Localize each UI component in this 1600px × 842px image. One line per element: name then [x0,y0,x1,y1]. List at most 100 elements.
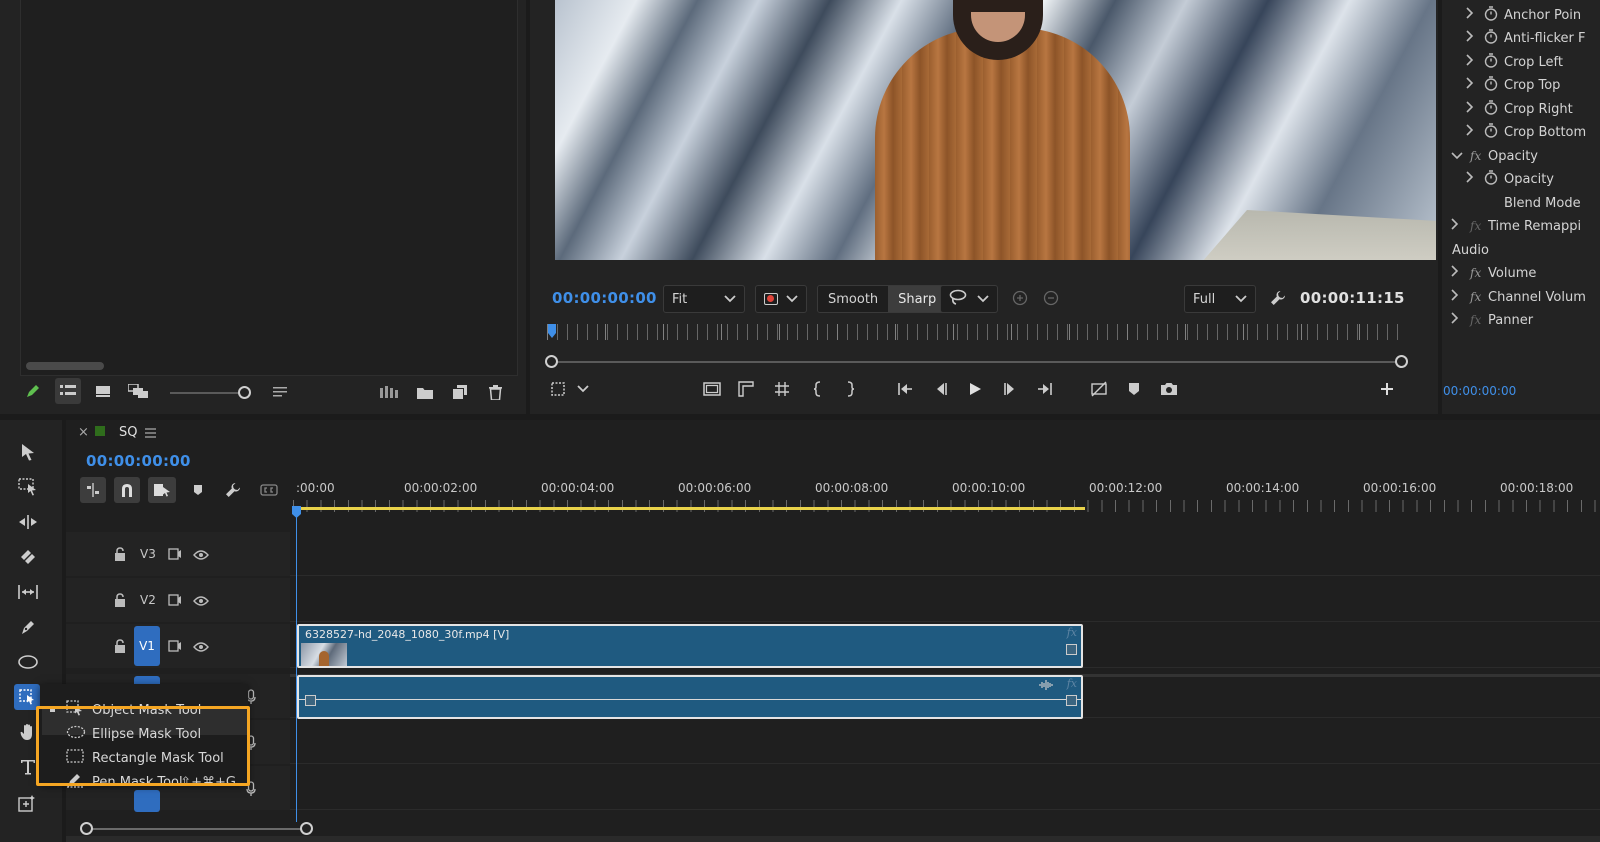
camera-icon[interactable] [1158,378,1180,400]
timeline-zoom-left-knob[interactable] [80,822,93,835]
effect-row[interactable]: Opacity [1442,168,1600,190]
sharp-button[interactable]: Sharp [888,286,947,312]
smooth-button[interactable]: Smooth [818,286,889,312]
chevron-right-icon[interactable] [1451,265,1459,281]
multicam-icon[interactable] [1088,378,1110,400]
chevron-right-icon[interactable] [1466,77,1474,93]
sort-icon[interactable] [270,382,290,402]
timeline-zoom-scrollbar[interactable] [86,828,306,830]
lock-icon[interactable] [112,638,128,654]
sequence-tab-name[interactable]: SQ [119,425,137,440]
stopwatch-icon[interactable] [1484,52,1498,72]
chevron-right-icon[interactable] [1466,101,1474,117]
automate-to-sequence-icon[interactable] [378,382,400,402]
work-area-bar[interactable] [293,507,1085,510]
chevron-down-icon[interactable] [575,380,591,398]
zoom-out-icon[interactable] [1041,288,1061,308]
thumbnail-size-slider[interactable] [170,392,240,394]
effect-controls-timecode[interactable]: 00:00:00:00 [1443,384,1516,398]
mark-out-icon[interactable] [840,378,860,400]
fx-icon[interactable]: fx [1470,266,1481,280]
freeform-view-icon[interactable] [126,380,150,402]
program-zoom-scrollbar[interactable] [551,361,1403,363]
track-label-v3[interactable]: V3 [140,547,156,561]
linked-selection-icon[interactable] [148,477,176,503]
effect-row[interactable]: fx Channel Volum [1442,286,1600,308]
add-button-icon[interactable] [1376,378,1398,400]
fx-icon[interactable]: fx [1470,313,1481,327]
program-timeline-ruler[interactable] [547,324,1405,340]
go-to-out-icon[interactable] [1034,378,1056,400]
playback-quality-toggle[interactable]: Smooth Sharp [817,285,948,313]
zoom-in-icon[interactable] [1010,288,1030,308]
program-video-frame[interactable] [555,0,1436,260]
effect-row[interactable]: Anti-flicker F [1442,27,1600,49]
program-current-timecode[interactable]: 00:00:00:00 [552,289,657,307]
nest-toggle-icon[interactable] [80,477,106,503]
chevron-down-icon[interactable] [1451,149,1463,164]
effect-row[interactable]: fx Time Remappi [1442,215,1600,237]
sync-lock-icon[interactable] [166,547,184,561]
stopwatch-icon[interactable] [1484,5,1498,25]
fx-icon[interactable]: fx [1470,219,1481,233]
sync-lock-icon[interactable] [166,639,184,653]
effect-row[interactable]: fx Opacity [1442,145,1600,167]
eye-icon[interactable] [192,548,210,562]
list-view-icon[interactable] [55,378,81,404]
eye-icon[interactable] [192,640,210,654]
record-color-dropdown[interactable] [755,285,807,313]
timeline-playhead-line[interactable] [296,510,297,822]
program-zoom-left-knob[interactable] [545,355,558,368]
resolution-dropdown[interactable]: Full [1184,285,1256,313]
new-item-icon[interactable] [449,382,471,402]
captions-icon[interactable] [258,480,280,500]
go-to-in-icon[interactable] [894,378,916,400]
step-back-icon[interactable] [930,378,952,400]
timeline-marker-icon[interactable] [188,480,208,500]
track-select-tool-icon[interactable] [16,475,40,499]
effect-row[interactable]: Crop Left [1442,51,1600,73]
stopwatch-icon[interactable] [1484,99,1498,119]
fx-icon[interactable]: fx [1470,290,1481,304]
clip-end-handle[interactable] [1066,644,1077,655]
grid-icon[interactable] [771,378,793,400]
pencil-icon[interactable] [22,380,44,402]
effect-row[interactable]: Crop Top [1442,74,1600,96]
safe-margins-icon[interactable] [547,378,569,400]
chevron-right-icon[interactable] [1466,171,1474,187]
ruler-icon[interactable] [735,378,757,400]
chevron-right-icon[interactable] [1466,124,1474,140]
effect-row[interactable]: fx Volume [1442,262,1600,284]
add-marker-icon[interactable] [1123,378,1145,400]
stopwatch-icon[interactable] [1484,28,1498,48]
wrench-icon[interactable] [1268,288,1288,308]
fit-dropdown[interactable]: Fit [663,285,745,313]
pen-tool-icon[interactable] [16,615,40,639]
razor-tool-icon[interactable] [16,545,40,569]
eye-icon[interactable] [192,594,210,608]
generative-extend-tool-icon[interactable] [14,790,40,816]
lasso-dropdown[interactable] [940,285,998,313]
effect-row[interactable]: Anchor Poin [1442,4,1600,26]
effect-row[interactable]: fx Panner [1442,309,1600,331]
timeline-settings-wrench-icon[interactable] [223,480,243,500]
effect-row[interactable]: Blend Mode [1442,192,1600,214]
project-bin-area[interactable] [20,0,518,376]
slip-tool-icon[interactable] [16,580,40,604]
lock-icon[interactable] [112,546,128,562]
thumbnail-size-knob[interactable] [238,386,251,399]
track-label-v2[interactable]: V2 [140,593,156,607]
video-clip[interactable]: 6328527-hd_2048_1080_30f.mp4 [V] fx [297,624,1083,668]
new-bin-icon[interactable] [414,382,436,402]
stopwatch-icon[interactable] [1484,122,1498,142]
effect-row[interactable]: Crop Right [1442,98,1600,120]
effect-row[interactable]: Audio [1442,239,1600,261]
timeline-zoom-right-knob[interactable] [300,822,313,835]
play-icon[interactable] [964,378,986,400]
timeline-ruler-ticks[interactable] [293,500,1600,512]
project-scrollbar[interactable] [26,362,104,370]
chevron-right-icon[interactable] [1451,312,1459,328]
timeline-playhead-marker[interactable] [292,506,301,518]
audio-clip[interactable]: fx [297,675,1083,719]
chevron-right-icon[interactable] [1466,30,1474,46]
